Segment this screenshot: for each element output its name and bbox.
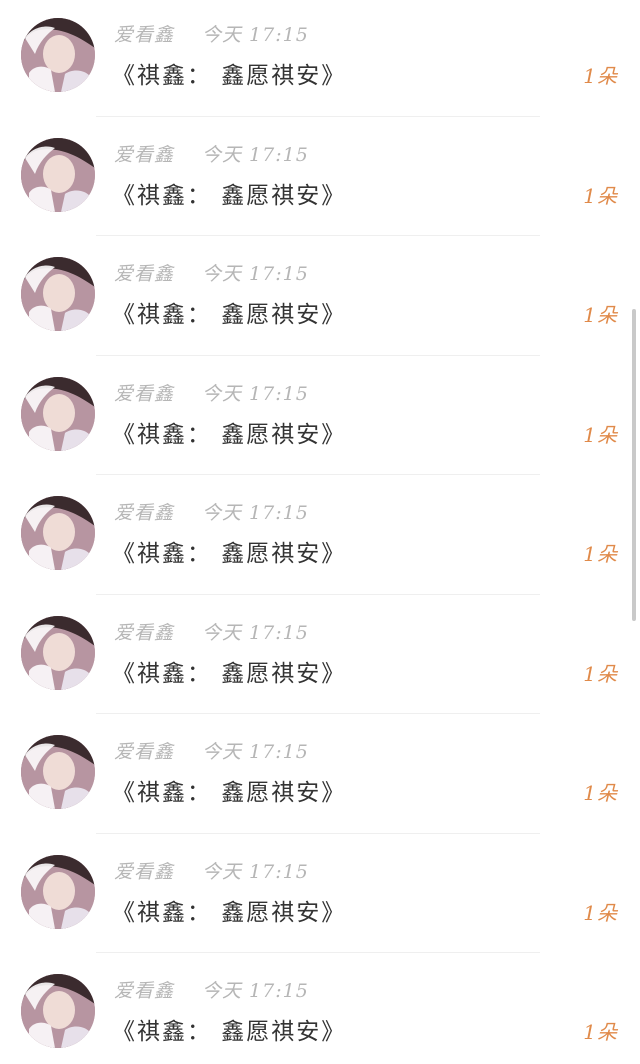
- timestamp: 今天 17:15: [202, 502, 309, 524]
- message-text: 《祺鑫： 鑫愿祺安》: [112, 182, 347, 209]
- divider: [96, 354, 540, 356]
- message-text: 《祺鑫： 鑫愿祺安》: [112, 780, 347, 806]
- message-text: 《祺鑫： 鑫愿祺安》: [112, 899, 347, 926]
- message-text: 《祺鑫： 鑫愿祺安》: [112, 660, 347, 687]
- sender-name: 爱看鑫: [114, 382, 175, 405]
- avatar[interactable]: [21, 18, 95, 92]
- flower-count: 1朵: [583, 64, 618, 88]
- list-item[interactable]: 爱看鑫 今天 17:15 《祺鑫： 鑫愿祺安》 1朵: [0, 120, 640, 240]
- message-text: 《祺鑫： 鑫愿祺安》: [112, 302, 347, 328]
- message-text: 《祺鑫： 鑫愿祺安》: [112, 63, 347, 89]
- timestamp: 今天 17:15: [202, 980, 309, 1002]
- sender-name: 爱看鑫: [114, 24, 175, 46]
- avatar[interactable]: [21, 257, 95, 331]
- divider: [96, 952, 540, 953]
- divider: [96, 115, 540, 117]
- timestamp: 今天 17:15: [202, 143, 309, 166]
- list-item[interactable]: 爱看鑫 今天 17:15 《祺鑫： 鑫愿祺安》 1朵: [0, 956, 640, 1064]
- list-item[interactable]: 爱看鑫 今天 17:15 《祺鑫： 鑫愿祺安》 1朵: [0, 239, 640, 359]
- list-item[interactable]: 爱看鑫 今天 17:15 《祺鑫： 鑫愿祺安》 1朵: [0, 0, 640, 120]
- flower-count: 1朵: [583, 1020, 618, 1044]
- avatar[interactable]: [21, 735, 95, 809]
- avatar[interactable]: [21, 376, 95, 451]
- message-text: 《祺鑫： 鑫愿祺安》: [112, 421, 347, 448]
- timestamp: 今天 17:15: [202, 860, 309, 883]
- avatar[interactable]: [21, 496, 95, 570]
- flower-count: 1朵: [583, 900, 618, 925]
- message-meta: 爱看鑫 今天 17:15: [114, 737, 309, 765]
- flower-count: 1朵: [583, 303, 618, 327]
- divider: [96, 474, 540, 475]
- divider: [96, 832, 540, 834]
- message-meta: 爱看鑫 今天 17:15: [114, 20, 309, 48]
- timestamp: 今天 17:15: [202, 621, 309, 644]
- timestamp: 今天 17:15: [202, 741, 309, 763]
- flower-count: 1朵: [583, 661, 618, 686]
- avatar[interactable]: [21, 137, 95, 212]
- timestamp: 今天 17:15: [202, 263, 309, 285]
- sender-name: 爱看鑫: [114, 502, 175, 524]
- timestamp: 今天 17:15: [202, 24, 309, 46]
- sender-name: 爱看鑫: [114, 621, 175, 644]
- divider: [96, 235, 540, 236]
- list-item[interactable]: 爱看鑫 今天 17:15 《祺鑫： 鑫愿祺安》 1朵: [0, 837, 640, 957]
- message-text: 《祺鑫： 鑫愿祺安》: [112, 1019, 347, 1045]
- avatar[interactable]: [21, 615, 95, 690]
- list-item[interactable]: 爱看鑫 今天 17:15 《祺鑫： 鑫愿祺安》 1朵: [0, 717, 640, 837]
- message-meta: 爱看鑫 今天 17:15: [114, 976, 309, 1004]
- list-item[interactable]: 爱看鑫 今天 17:15 《祺鑫： 鑫愿祺安》 1朵: [0, 359, 640, 479]
- sender-name: 爱看鑫: [114, 143, 175, 166]
- timestamp: 今天 17:15: [202, 382, 309, 405]
- divider: [96, 593, 540, 595]
- message-meta: 爱看鑫 今天 17:15: [114, 857, 309, 885]
- message-list[interactable]: 爱看鑫 今天 17:15 《祺鑫： 鑫愿祺安》 1朵 爱看鑫 今天 17:15 …: [0, 0, 640, 1064]
- sender-name: 爱看鑫: [114, 980, 175, 1002]
- list-item[interactable]: 爱看鑫 今天 17:15 《祺鑫： 鑫愿祺安》 1朵: [0, 478, 640, 598]
- message-meta: 爱看鑫 今天 17:15: [114, 259, 309, 287]
- avatar[interactable]: [21, 854, 95, 929]
- message-text: 《祺鑫： 鑫愿祺安》: [112, 541, 347, 567]
- scrollbar[interactable]: [632, 309, 636, 621]
- flower-count: 1朵: [583, 422, 618, 447]
- sender-name: 爱看鑫: [114, 741, 175, 763]
- divider: [96, 713, 540, 714]
- message-meta: 爱看鑫 今天 17:15: [114, 140, 309, 168]
- flower-count: 1朵: [583, 183, 618, 208]
- message-meta: 爱看鑫 今天 17:15: [114, 498, 309, 526]
- message-meta: 爱看鑫 今天 17:15: [114, 379, 309, 407]
- avatar[interactable]: [21, 974, 95, 1048]
- list-item[interactable]: 爱看鑫 今天 17:15 《祺鑫： 鑫愿祺安》 1朵: [0, 598, 640, 718]
- flower-count: 1朵: [583, 542, 618, 566]
- message-meta: 爱看鑫 今天 17:15: [114, 618, 309, 646]
- sender-name: 爱看鑫: [114, 860, 175, 883]
- sender-name: 爱看鑫: [114, 263, 175, 285]
- flower-count: 1朵: [583, 781, 618, 805]
